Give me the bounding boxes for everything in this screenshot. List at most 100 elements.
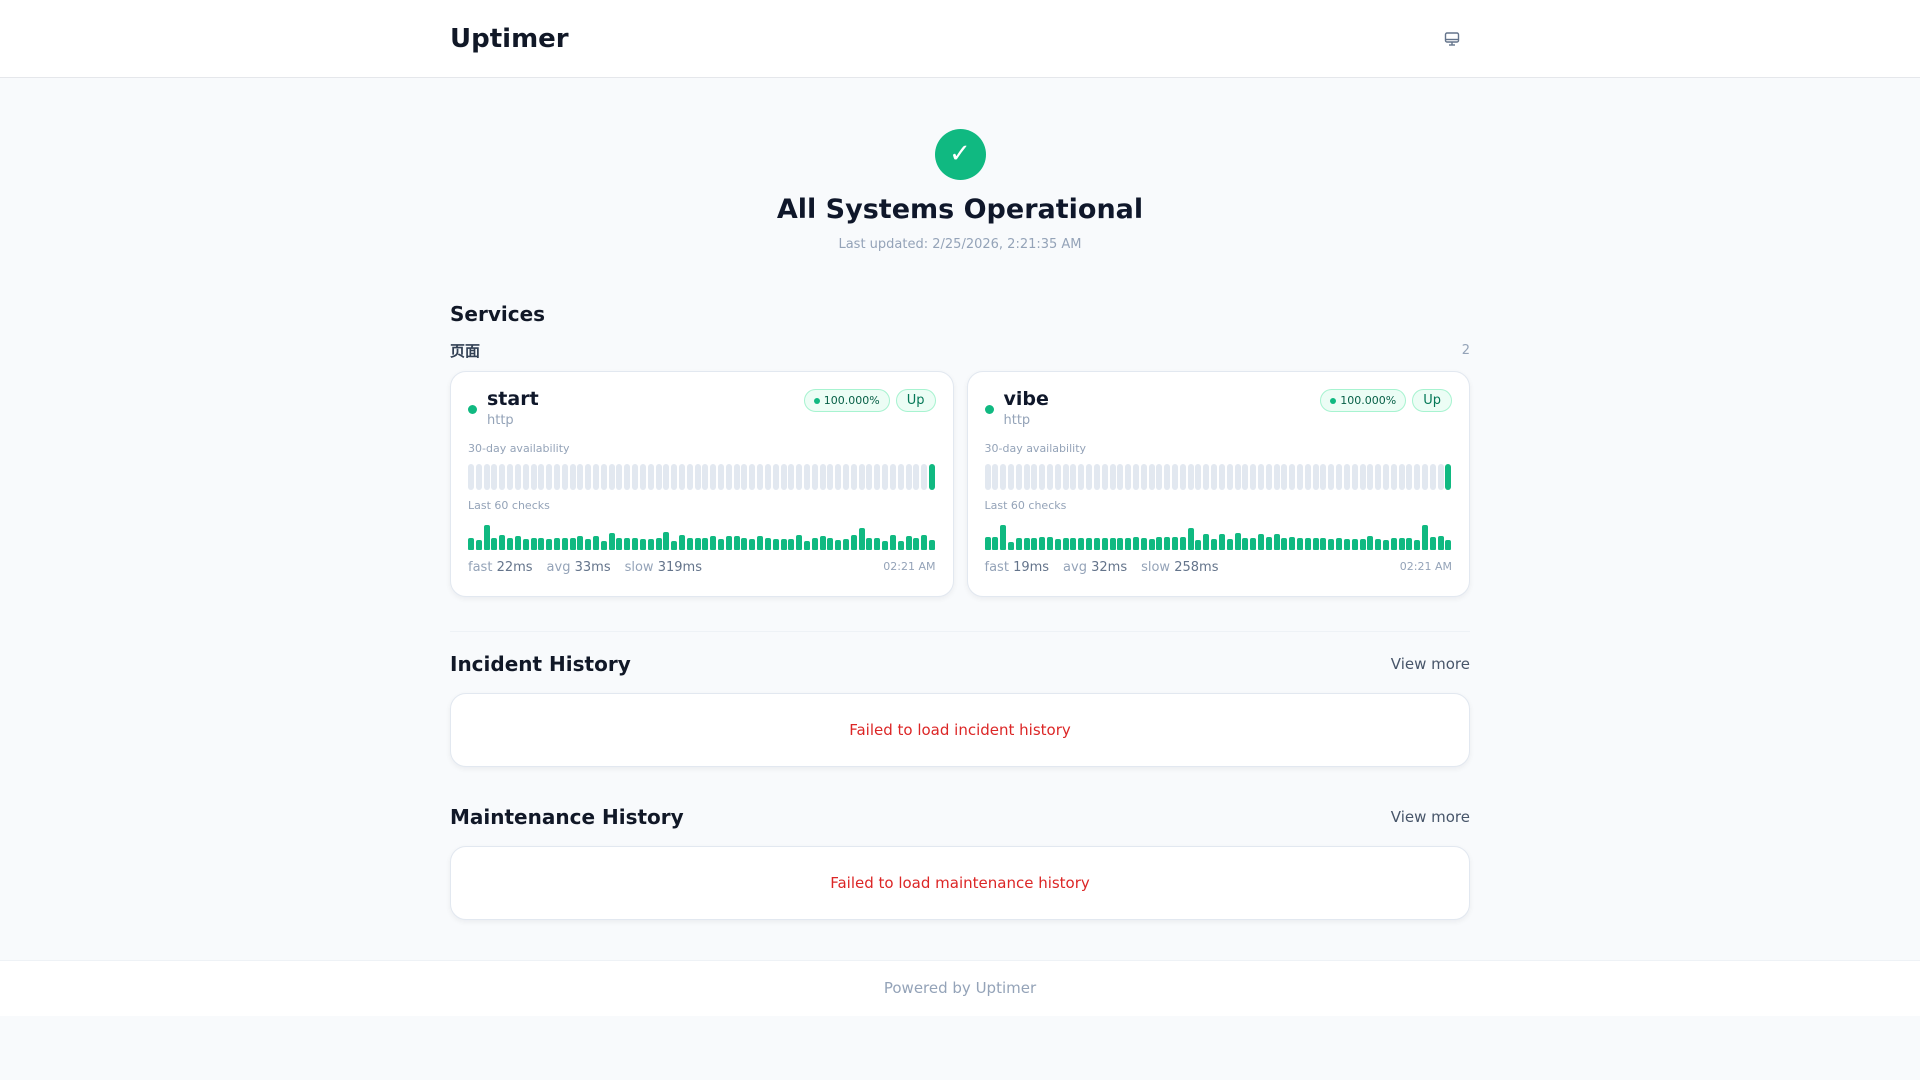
latency-check-bar[interactable]	[710, 536, 717, 550]
latency-check-bar[interactable]	[1312, 538, 1319, 550]
latency-check-bar[interactable]	[780, 538, 787, 550]
availability-day-bar[interactable]	[725, 464, 732, 490]
availability-day-bar[interactable]	[1117, 464, 1124, 490]
latency-check-bar[interactable]	[1078, 538, 1085, 550]
availability-day-bar[interactable]	[874, 464, 881, 490]
availability-day-bar[interactable]	[1211, 464, 1218, 490]
availability-day-bar[interactable]	[1000, 464, 1007, 490]
latency-check-bar[interactable]	[1445, 540, 1452, 550]
latency-check-bar[interactable]	[827, 538, 834, 550]
latency-check-bar[interactable]	[655, 537, 662, 550]
latency-check-bar[interactable]	[671, 540, 678, 550]
availability-day-bar[interactable]	[1203, 464, 1210, 490]
availability-day-bar[interactable]	[1195, 464, 1202, 490]
latency-check-bar[interactable]	[577, 536, 584, 550]
availability-day-bar[interactable]	[1289, 464, 1296, 490]
latency-check-bar[interactable]	[757, 536, 764, 550]
latency-check-bar[interactable]	[507, 537, 514, 550]
availability-day-bar[interactable]	[600, 464, 607, 490]
availability-day-bar[interactable]	[686, 464, 693, 490]
theme-toggle-button[interactable]	[1432, 19, 1472, 59]
latency-check-bar[interactable]	[1367, 536, 1374, 550]
latency-check-bar[interactable]	[1109, 538, 1116, 550]
latency-check-bar[interactable]	[686, 537, 693, 550]
latency-check-bar[interactable]	[1414, 540, 1421, 550]
service-card[interactable]: start http 100.000% Up 30-day availabili…	[450, 371, 954, 597]
incident-view-more-link[interactable]: View more	[1391, 655, 1470, 673]
availability-day-bar[interactable]	[624, 464, 631, 490]
availability-day-bar[interactable]	[850, 464, 857, 490]
service-card[interactable]: vibe http 100.000% Up 30-day availabilit…	[966, 371, 1470, 597]
availability-day-bar[interactable]	[889, 464, 896, 490]
availability-day-bar[interactable]	[710, 464, 717, 490]
latency-check-bar[interactable]	[1015, 538, 1022, 550]
availability-day-bar[interactable]	[1304, 464, 1311, 490]
latency-check-bar[interactable]	[522, 538, 529, 550]
latency-check-bar[interactable]	[796, 534, 803, 550]
latency-check-bar[interactable]	[639, 538, 646, 550]
latency-check-bar[interactable]	[803, 540, 810, 550]
latency-check-bar[interactable]	[733, 536, 740, 550]
latency-check-bar[interactable]	[1250, 538, 1257, 550]
availability-day-bar[interactable]	[905, 464, 912, 490]
latency-check-bar[interactable]	[741, 538, 748, 550]
availability-day-bar[interactable]	[1156, 464, 1163, 490]
availability-day-bar[interactable]	[897, 464, 904, 490]
availability-day-bar[interactable]	[1328, 464, 1335, 490]
latency-check-bar[interactable]	[1195, 540, 1202, 550]
availability-day-bar[interactable]	[1125, 464, 1132, 490]
latency-check-bar[interactable]	[491, 537, 498, 550]
availability-day-bar[interactable]	[718, 464, 724, 490]
latency-check-bar[interactable]	[1086, 538, 1093, 550]
availability-day-bar[interactable]	[1257, 464, 1264, 490]
latency-check-bar[interactable]	[1265, 537, 1272, 550]
latency-check-bar[interactable]	[593, 536, 599, 550]
availability-day-bar[interactable]	[803, 464, 810, 490]
latency-check-bar[interactable]	[553, 537, 560, 550]
availability-day-bar[interactable]	[928, 464, 935, 490]
latency-check-bar[interactable]	[694, 537, 701, 550]
availability-day-bar[interactable]	[835, 464, 842, 490]
availability-day-bar[interactable]	[1390, 464, 1397, 490]
latency-check-bar[interactable]	[874, 537, 881, 550]
availability-day-bar[interactable]	[1070, 464, 1077, 490]
availability-day-bar[interactable]	[1273, 464, 1280, 490]
availability-day-bar[interactable]	[1093, 464, 1100, 490]
latency-check-bar[interactable]	[1156, 537, 1163, 550]
latency-check-bar[interactable]	[546, 538, 553, 550]
availability-day-bar[interactable]	[1242, 464, 1249, 490]
latency-check-bar[interactable]	[1054, 539, 1061, 550]
latency-check-bar[interactable]	[663, 531, 670, 550]
availability-day-bar[interactable]	[1148, 464, 1155, 490]
availability-day-bar[interactable]	[1132, 464, 1139, 490]
availability-day-bar[interactable]	[593, 464, 599, 490]
latency-check-bar[interactable]	[772, 538, 779, 550]
availability-day-bar[interactable]	[1164, 464, 1171, 490]
latency-check-bar[interactable]	[1172, 537, 1178, 550]
latency-check-bar[interactable]	[850, 535, 857, 550]
latency-check-bar[interactable]	[616, 538, 623, 550]
latency-check-bar[interactable]	[811, 538, 818, 550]
latency-check-bar[interactable]	[1429, 537, 1436, 550]
latency-check-bar[interactable]	[1406, 538, 1413, 550]
availability-day-bar[interactable]	[1109, 464, 1116, 490]
availability-day-bar[interactable]	[1382, 464, 1389, 490]
latency-check-bar[interactable]	[1359, 539, 1366, 550]
latency-check-bar[interactable]	[897, 540, 904, 550]
availability-day-bar[interactable]	[913, 464, 920, 490]
availability-day-bar[interactable]	[1320, 464, 1327, 490]
availability-day-bar[interactable]	[483, 464, 490, 490]
availability-day-bar[interactable]	[788, 464, 795, 490]
latency-check-bar[interactable]	[1218, 534, 1225, 550]
availability-day-bar[interactable]	[921, 464, 928, 490]
availability-day-bar[interactable]	[530, 464, 537, 490]
latency-check-bar[interactable]	[514, 536, 521, 550]
availability-day-bar[interactable]	[1414, 464, 1421, 490]
latency-check-bar[interactable]	[1211, 539, 1218, 550]
availability-day-bar[interactable]	[1218, 464, 1225, 490]
latency-check-bar[interactable]	[1125, 538, 1132, 550]
availability-day-bar[interactable]	[1023, 464, 1030, 490]
availability-day-bar[interactable]	[616, 464, 623, 490]
latency-check-bar[interactable]	[1422, 525, 1428, 550]
availability-day-bar[interactable]	[1265, 464, 1272, 490]
